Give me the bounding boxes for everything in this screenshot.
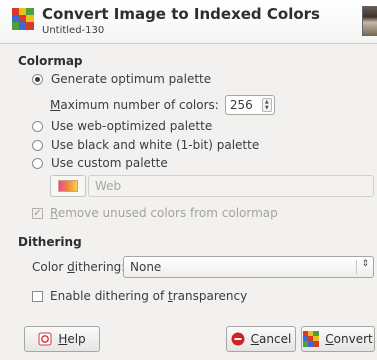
max-colors-spinbox[interactable]: 256 ▲ ▼ <box>224 95 275 115</box>
colormap-section-title: Colormap <box>18 54 83 68</box>
radio-generate-optimum[interactable]: Generate optimum palette <box>32 72 211 86</box>
cancel-button-label: Cancel <box>250 332 292 346</box>
indexed-grid-icon <box>12 8 34 30</box>
dialog-header: Convert Image to Indexed Colors Untitled… <box>0 0 377 44</box>
radio-custom-palette[interactable]: Use custom palette <box>32 156 168 170</box>
help-button[interactable]: Help <box>24 326 100 352</box>
convert-button-label: Convert <box>325 332 373 346</box>
radio-button[interactable] <box>32 139 43 151</box>
dither-transparency-checkbox-row[interactable]: Enable dithering of transparency <box>32 289 247 303</box>
help-button-label: Help <box>58 332 86 346</box>
radio-black-white[interactable]: Use black and white (1-bit) palette <box>32 138 259 152</box>
palette-icon <box>58 180 78 192</box>
radio-web-optimized[interactable]: Use web-optimized palette <box>32 119 212 133</box>
cancel-button[interactable]: Cancel <box>226 326 296 352</box>
palette-select-button[interactable] <box>50 175 86 197</box>
radio-label: Use custom palette <box>51 156 168 170</box>
image-name: Untitled-130 <box>42 25 105 36</box>
color-dithering-value: None <box>130 260 162 274</box>
image-thumbnail <box>362 6 377 36</box>
max-colors-value[interactable]: 256 <box>226 98 253 112</box>
remove-unused-checkbox-row[interactable]: ✓ Remove unused colors from colormap <box>32 206 278 220</box>
combo-separator <box>356 260 357 274</box>
dithering-section-title: Dithering <box>18 235 82 249</box>
radio-button-checked[interactable] <box>32 73 43 85</box>
spin-arrows-icon[interactable]: ▲ ▼ <box>261 98 272 112</box>
remove-unused-label: Remove unused colors from colormap <box>50 206 278 220</box>
radio-label: Generate optimum palette <box>51 72 212 86</box>
dialog-title: Convert Image to Indexed Colors <box>42 5 320 23</box>
checkbox-checked[interactable]: ✓ <box>32 207 43 219</box>
convert-button[interactable]: Convert <box>301 326 375 352</box>
color-dithering-combo[interactable]: None ⇕ <box>123 256 374 278</box>
indexed-grid-icon <box>303 331 320 347</box>
combo-arrows-icon: ⇕ <box>361 259 369 269</box>
max-colors-label: Maximum number of colors: <box>50 98 219 112</box>
cancel-icon <box>231 332 245 346</box>
color-dithering-label: Color dithering: <box>32 260 126 274</box>
max-colors-row: Maximum number of colors: 256 ▲ ▼ <box>50 95 275 115</box>
checkbox[interactable] <box>32 290 43 302</box>
dither-transparency-label: Enable dithering of transparency <box>50 289 248 303</box>
custom-palette-name: Web <box>88 175 374 197</box>
radio-label: Use black and white (1-bit) palette <box>51 138 260 152</box>
radio-label: Use web-optimized palette <box>51 119 213 133</box>
help-icon <box>38 332 52 346</box>
radio-button[interactable] <box>32 120 43 132</box>
convert-indexed-dialog: Convert Image to Indexed Colors Untitled… <box>0 0 377 360</box>
radio-button[interactable] <box>32 157 43 169</box>
